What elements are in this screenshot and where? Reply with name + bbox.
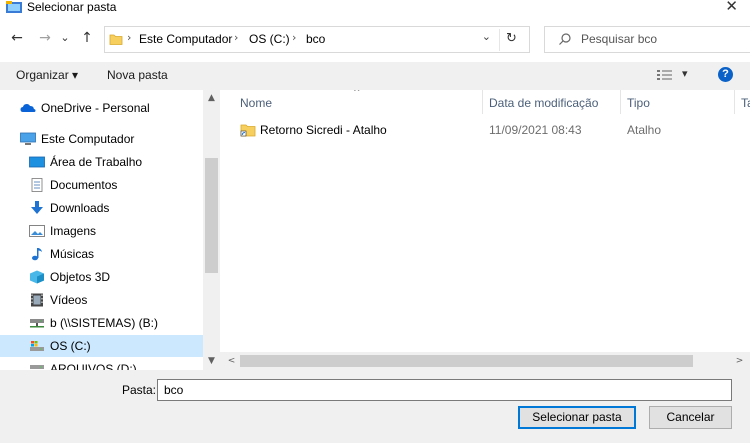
column-divider[interactable] [734, 90, 735, 114]
navigation-pane-scrollbar[interactable]: ▲ ▼ [203, 90, 220, 370]
folder-label: Pasta: [122, 383, 157, 397]
chevron-down-icon[interactable]: ⌄ [482, 30, 491, 43]
address-bar[interactable]: › Este Computador › OS (C:) › bco ⌄ ↻ [104, 26, 530, 53]
change-view-button[interactable]: ▾ [656, 67, 692, 83]
navigation-bar: ← → ⌄ ↑ › Este Computador › OS (C:) › bc… [0, 16, 750, 62]
breadcrumb-este-computador[interactable]: Este Computador [139, 32, 232, 46]
file-list[interactable]: ^ Nome Data de modificação Tipo Ta Retor… [220, 90, 750, 352]
breadcrumb-os-c[interactable]: OS (C:) [249, 32, 290, 46]
column-header-size[interactable]: Ta [741, 96, 750, 110]
sidebar-item-onedrive[interactable]: OneDrive - Personal [20, 97, 203, 119]
desktop-icon [29, 156, 45, 168]
search-icon [559, 33, 571, 45]
window-title: Selecionar pasta [27, 0, 117, 14]
sort-ascending-icon: ^ [353, 90, 361, 98]
scroll-right-icon[interactable]: > [731, 352, 748, 370]
sidebar-item-label: Imagens [50, 224, 97, 238]
file-name: Retorno Sicredi - Atalho [260, 123, 387, 137]
sidebar-item-arquivos-d[interactable]: ARQUIVOS (D:) [29, 358, 203, 370]
sidebar-item-label: Este Computador [41, 132, 135, 146]
back-icon[interactable]: ← [8, 28, 26, 48]
refresh-icon[interactable]: ↻ [499, 29, 523, 51]
command-bar: Organizar ▾ Nova pasta ▾ ? [0, 62, 750, 90]
close-icon[interactable]: ✕ [725, 0, 738, 14]
file-row[interactable]: Retorno Sicredi - Atalho 11/09/2021 08:4… [220, 120, 750, 140]
sidebar-item-label: Documentos [50, 178, 118, 192]
column-divider[interactable] [482, 90, 483, 114]
title-bar: Selecionar pasta ✕ [0, 0, 750, 16]
sidebar-item-label: Vídeos [50, 293, 88, 307]
sidebar-item-label: Downloads [50, 201, 110, 215]
sidebar-item-label: Músicas [50, 247, 95, 261]
sidebar-item-objetos-3d[interactable]: Objetos 3D [29, 266, 203, 288]
select-folder-button[interactable]: Selecionar pasta [518, 406, 636, 429]
downloads-icon [31, 201, 43, 214]
sidebar-item-label: ARQUIVOS (D:) [50, 362, 137, 370]
scrollbar-thumb[interactable] [240, 355, 693, 367]
column-header-name[interactable]: Nome [240, 96, 272, 110]
scroll-up-icon[interactable]: ▲ [203, 90, 220, 107]
chevron-right-icon[interactable]: › [292, 31, 296, 44]
search-box[interactable] [544, 26, 750, 53]
chevron-down-icon: ▾ [682, 67, 688, 80]
scroll-left-icon[interactable]: < [223, 352, 240, 370]
pictures-icon [29, 225, 45, 237]
sidebar-item-os-c[interactable]: OS (C:) [0, 335, 203, 357]
computer-icon [20, 132, 36, 145]
folder-icon [109, 34, 123, 45]
shortcut-folder-icon [240, 124, 256, 137]
column-header-date-modified[interactable]: Data de modificação [489, 96, 598, 110]
sidebar-item-label: OS (C:) [50, 339, 91, 353]
view-details-icon [657, 70, 672, 80]
sidebar-item-network-drive-b[interactable]: b (\\SISTEMAS) (B:) [29, 312, 203, 334]
chevron-right-icon[interactable]: › [234, 31, 238, 44]
scrollbar-thumb[interactable] [205, 158, 218, 273]
sidebar-item-label: Objetos 3D [50, 270, 111, 284]
search-input[interactable] [581, 32, 731, 46]
objects-3d-icon [30, 270, 44, 284]
sidebar-item-area-de-trabalho[interactable]: Área de Trabalho [29, 151, 203, 173]
column-header-type[interactable]: Tipo [627, 96, 650, 110]
folder-name-input[interactable] [157, 379, 732, 401]
recent-locations-icon[interactable]: ⌄ [59, 28, 71, 48]
sidebar-item-imagens[interactable]: Imagens [29, 220, 203, 242]
drive-d-icon [30, 365, 44, 369]
sidebar-item-este-computador[interactable]: Este Computador [20, 128, 203, 150]
sidebar-item-label: OneDrive - Personal [41, 101, 150, 115]
navigation-pane[interactable]: OneDrive - Personal Este Computador Área… [0, 90, 220, 370]
new-folder-button[interactable]: Nova pasta [107, 68, 168, 82]
file-date-modified: 11/09/2021 08:43 [489, 123, 582, 137]
breadcrumb-bco[interactable]: bco [306, 32, 325, 46]
up-icon[interactable]: ↑ [78, 28, 96, 48]
music-icon [32, 248, 42, 261]
onedrive-icon [20, 104, 36, 112]
app-icon [6, 1, 22, 13]
help-icon[interactable]: ? [718, 67, 733, 82]
network-drive-icon [30, 319, 44, 328]
chevron-right-icon[interactable]: › [127, 31, 131, 44]
dialog-footer: Pasta: Selecionar pasta Cancelar [0, 370, 750, 443]
sidebar-item-musicas[interactable]: Músicas [29, 243, 203, 265]
cancel-button[interactable]: Cancelar [649, 406, 732, 429]
sidebar-item-label: b (\\SISTEMAS) (B:) [50, 316, 159, 330]
documents-icon [31, 178, 43, 192]
forward-icon[interactable]: → [36, 28, 54, 48]
scroll-down-icon[interactable]: ▼ [203, 353, 220, 370]
sidebar-item-label: Área de Trabalho [50, 155, 143, 169]
drive-c-icon [30, 341, 44, 351]
sidebar-item-videos[interactable]: Vídeos [29, 289, 203, 311]
file-type: Atalho [627, 123, 662, 137]
organize-menu-button[interactable]: Organizar ▾ [16, 68, 78, 82]
sidebar-item-downloads[interactable]: Downloads [29, 197, 203, 219]
column-divider[interactable] [620, 90, 621, 114]
videos-icon [31, 293, 43, 307]
file-list-scrollbar[interactable]: < > [220, 352, 750, 370]
sidebar-item-documentos[interactable]: Documentos [29, 174, 203, 196]
